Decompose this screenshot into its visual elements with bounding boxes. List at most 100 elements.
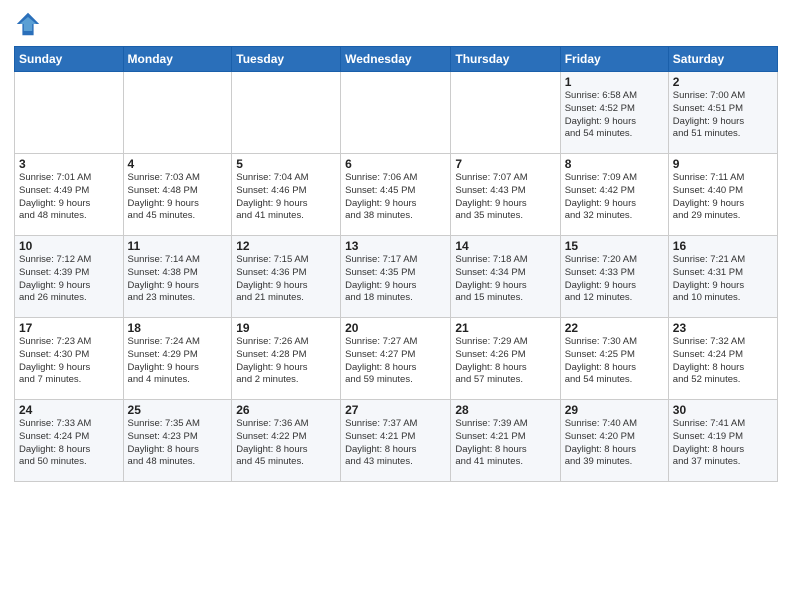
day-cell: 28Sunrise: 7:39 AM Sunset: 4:21 PM Dayli… [451,400,560,482]
calendar: SundayMondayTuesdayWednesdayThursdayFrid… [14,46,778,482]
day-cell: 2Sunrise: 7:00 AM Sunset: 4:51 PM Daylig… [668,72,777,154]
day-number: 10 [19,239,119,253]
day-info: Sunrise: 7:03 AM Sunset: 4:48 PM Dayligh… [128,172,228,223]
logo [14,10,46,38]
day-cell: 11Sunrise: 7:14 AM Sunset: 4:38 PM Dayli… [123,236,232,318]
day-cell: 9Sunrise: 7:11 AM Sunset: 4:40 PM Daylig… [668,154,777,236]
day-number: 7 [455,157,555,171]
day-cell [451,72,560,154]
day-number: 5 [236,157,336,171]
week-row-1: 1Sunrise: 6:58 AM Sunset: 4:52 PM Daylig… [15,72,778,154]
day-info: Sunrise: 7:41 AM Sunset: 4:19 PM Dayligh… [673,418,773,469]
day-number: 8 [565,157,664,171]
day-info: Sunrise: 7:35 AM Sunset: 4:23 PM Dayligh… [128,418,228,469]
day-info: Sunrise: 7:37 AM Sunset: 4:21 PM Dayligh… [345,418,446,469]
day-info: Sunrise: 7:40 AM Sunset: 4:20 PM Dayligh… [565,418,664,469]
day-info: Sunrise: 7:32 AM Sunset: 4:24 PM Dayligh… [673,336,773,387]
day-info: Sunrise: 7:20 AM Sunset: 4:33 PM Dayligh… [565,254,664,305]
day-cell [341,72,451,154]
day-info: Sunrise: 7:01 AM Sunset: 4:49 PM Dayligh… [19,172,119,223]
day-info: Sunrise: 7:18 AM Sunset: 4:34 PM Dayligh… [455,254,555,305]
day-info: Sunrise: 7:07 AM Sunset: 4:43 PM Dayligh… [455,172,555,223]
day-number: 25 [128,403,228,417]
day-cell: 21Sunrise: 7:29 AM Sunset: 4:26 PM Dayli… [451,318,560,400]
day-number: 27 [345,403,446,417]
day-cell: 24Sunrise: 7:33 AM Sunset: 4:24 PM Dayli… [15,400,124,482]
day-cell: 23Sunrise: 7:32 AM Sunset: 4:24 PM Dayli… [668,318,777,400]
day-cell: 10Sunrise: 7:12 AM Sunset: 4:39 PM Dayli… [15,236,124,318]
day-cell: 18Sunrise: 7:24 AM Sunset: 4:29 PM Dayli… [123,318,232,400]
day-info: Sunrise: 7:21 AM Sunset: 4:31 PM Dayligh… [673,254,773,305]
day-cell: 29Sunrise: 7:40 AM Sunset: 4:20 PM Dayli… [560,400,668,482]
day-cell: 22Sunrise: 7:30 AM Sunset: 4:25 PM Dayli… [560,318,668,400]
day-number: 2 [673,75,773,89]
day-cell: 5Sunrise: 7:04 AM Sunset: 4:46 PM Daylig… [232,154,341,236]
day-info: Sunrise: 7:36 AM Sunset: 4:22 PM Dayligh… [236,418,336,469]
day-info: Sunrise: 7:26 AM Sunset: 4:28 PM Dayligh… [236,336,336,387]
day-number: 15 [565,239,664,253]
day-cell [123,72,232,154]
day-number: 28 [455,403,555,417]
day-number: 11 [128,239,228,253]
weekday-header-monday: Monday [123,47,232,72]
day-cell: 8Sunrise: 7:09 AM Sunset: 4:42 PM Daylig… [560,154,668,236]
day-cell: 4Sunrise: 7:03 AM Sunset: 4:48 PM Daylig… [123,154,232,236]
weekday-row: SundayMondayTuesdayWednesdayThursdayFrid… [15,47,778,72]
weekday-header-friday: Friday [560,47,668,72]
day-cell: 12Sunrise: 7:15 AM Sunset: 4:36 PM Dayli… [232,236,341,318]
day-cell: 30Sunrise: 7:41 AM Sunset: 4:19 PM Dayli… [668,400,777,482]
day-number: 29 [565,403,664,417]
logo-icon [14,10,42,38]
day-info: Sunrise: 7:39 AM Sunset: 4:21 PM Dayligh… [455,418,555,469]
day-info: Sunrise: 7:09 AM Sunset: 4:42 PM Dayligh… [565,172,664,223]
week-row-2: 3Sunrise: 7:01 AM Sunset: 4:49 PM Daylig… [15,154,778,236]
day-info: Sunrise: 7:12 AM Sunset: 4:39 PM Dayligh… [19,254,119,305]
day-number: 22 [565,321,664,335]
day-number: 30 [673,403,773,417]
day-number: 17 [19,321,119,335]
day-number: 18 [128,321,228,335]
day-number: 19 [236,321,336,335]
week-row-4: 17Sunrise: 7:23 AM Sunset: 4:30 PM Dayli… [15,318,778,400]
calendar-body: 1Sunrise: 6:58 AM Sunset: 4:52 PM Daylig… [15,72,778,482]
day-number: 6 [345,157,446,171]
day-info: Sunrise: 7:17 AM Sunset: 4:35 PM Dayligh… [345,254,446,305]
day-number: 26 [236,403,336,417]
weekday-header-thursday: Thursday [451,47,560,72]
weekday-header-tuesday: Tuesday [232,47,341,72]
weekday-header-sunday: Sunday [15,47,124,72]
day-info: Sunrise: 7:11 AM Sunset: 4:40 PM Dayligh… [673,172,773,223]
day-info: Sunrise: 7:33 AM Sunset: 4:24 PM Dayligh… [19,418,119,469]
day-number: 23 [673,321,773,335]
day-number: 24 [19,403,119,417]
day-cell: 7Sunrise: 7:07 AM Sunset: 4:43 PM Daylig… [451,154,560,236]
day-info: Sunrise: 7:06 AM Sunset: 4:45 PM Dayligh… [345,172,446,223]
day-number: 21 [455,321,555,335]
day-info: Sunrise: 7:23 AM Sunset: 4:30 PM Dayligh… [19,336,119,387]
day-number: 4 [128,157,228,171]
day-number: 13 [345,239,446,253]
day-number: 12 [236,239,336,253]
day-cell: 15Sunrise: 7:20 AM Sunset: 4:33 PM Dayli… [560,236,668,318]
day-cell: 1Sunrise: 6:58 AM Sunset: 4:52 PM Daylig… [560,72,668,154]
day-info: Sunrise: 7:04 AM Sunset: 4:46 PM Dayligh… [236,172,336,223]
weekday-header-saturday: Saturday [668,47,777,72]
day-number: 1 [565,75,664,89]
day-info: Sunrise: 6:58 AM Sunset: 4:52 PM Dayligh… [565,90,664,141]
header [14,10,778,38]
week-row-5: 24Sunrise: 7:33 AM Sunset: 4:24 PM Dayli… [15,400,778,482]
day-cell: 13Sunrise: 7:17 AM Sunset: 4:35 PM Dayli… [341,236,451,318]
day-cell: 3Sunrise: 7:01 AM Sunset: 4:49 PM Daylig… [15,154,124,236]
day-info: Sunrise: 7:24 AM Sunset: 4:29 PM Dayligh… [128,336,228,387]
day-info: Sunrise: 7:30 AM Sunset: 4:25 PM Dayligh… [565,336,664,387]
day-number: 20 [345,321,446,335]
day-cell [232,72,341,154]
day-number: 9 [673,157,773,171]
weekday-header-wednesday: Wednesday [341,47,451,72]
day-cell: 27Sunrise: 7:37 AM Sunset: 4:21 PM Dayli… [341,400,451,482]
day-cell: 17Sunrise: 7:23 AM Sunset: 4:30 PM Dayli… [15,318,124,400]
calendar-header: SundayMondayTuesdayWednesdayThursdayFrid… [15,47,778,72]
page-container: SundayMondayTuesdayWednesdayThursdayFrid… [0,0,792,612]
day-cell: 25Sunrise: 7:35 AM Sunset: 4:23 PM Dayli… [123,400,232,482]
day-cell: 19Sunrise: 7:26 AM Sunset: 4:28 PM Dayli… [232,318,341,400]
